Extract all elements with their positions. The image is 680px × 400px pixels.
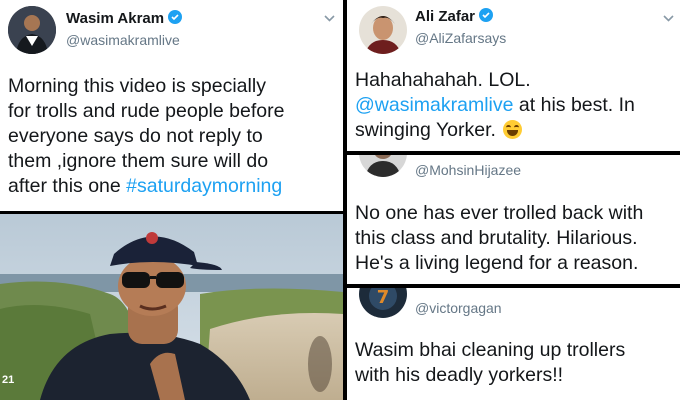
verified-badge-icon xyxy=(479,8,494,22)
tweet-mohsin-hijazee: @MohsinHijazee No one has ever trolled b… xyxy=(347,155,680,284)
tweet-line: everyone says do not reply to xyxy=(8,125,263,147)
tweet-ali-zafar: Ali Zafar @AliZafarsays Hahahahahah. LOL… xyxy=(347,0,680,151)
avatar-ali-zafar[interactable] xyxy=(359,6,407,54)
handle[interactable]: @AliZafarsays xyxy=(415,30,506,46)
video-player[interactable]: 21 xyxy=(0,214,343,400)
chevron-down-icon[interactable] xyxy=(324,10,335,25)
tweet-wasim-akram: Wasim Akram @wasimakramlive Morning this… xyxy=(0,0,343,211)
handle[interactable]: @victorgagan xyxy=(415,300,502,316)
svg-text:7: 7 xyxy=(377,288,390,308)
tweet-text: No one has ever trolled back with this c… xyxy=(355,201,643,276)
tweet-line: @wasimakramlive at his best. In xyxy=(355,94,635,116)
chevron-down-icon[interactable] xyxy=(663,10,674,25)
tears-of-joy-emoji-icon xyxy=(503,120,523,139)
mention-link[interactable]: @wasimakramlive xyxy=(355,94,514,116)
tweet-text: Wasim bhai cleaning up trollers with his… xyxy=(355,338,625,388)
tweet-text: Hahahahahah. LOL. @wasimakramlive at his… xyxy=(355,68,635,143)
video-frame-image xyxy=(0,214,343,400)
tweet-line: after this one #saturdaymorning xyxy=(8,175,283,197)
tweet-text: Morning this video is specially for trol… xyxy=(8,74,284,199)
avatar-mohsin-hijazee[interactable] xyxy=(359,155,407,177)
verified-badge-icon xyxy=(168,10,183,24)
hashtag-link[interactable]: #saturdaymorning xyxy=(126,175,282,197)
display-name[interactable]: Ali Zafar xyxy=(415,8,494,25)
tweet-line: for trolls and rude people before xyxy=(8,100,285,122)
video-timestamp: 21 xyxy=(2,374,15,386)
handle[interactable]: @MohsinHijazee xyxy=(415,162,521,178)
tweet-line: Hahahahahah. LOL. xyxy=(355,69,531,91)
tweet-victorgagan: 7 @victorgagan Wasim bhai cleaning up tr… xyxy=(347,288,680,400)
tweet-line: swinging Yorker. xyxy=(355,118,635,143)
avatar-wasim-akram[interactable] xyxy=(8,6,56,54)
tweet-line: No one has ever trolled back with xyxy=(355,202,644,224)
tweet-line: them ,ignore them sure will do xyxy=(8,150,269,172)
tweet-line: He's a living legend for a reason. xyxy=(355,252,639,274)
tweet-line: Wasim bhai cleaning up trollers xyxy=(355,339,626,361)
avatar-victorgagan[interactable]: 7 xyxy=(359,288,407,318)
tweet-line: with his deadly yorkers!! xyxy=(355,364,564,386)
handle[interactable]: @wasimakramlive xyxy=(66,32,180,48)
tweet-line: Morning this video is specially xyxy=(8,75,266,97)
display-name[interactable]: Wasim Akram xyxy=(66,10,183,27)
tweet-line: this class and brutality. Hilarious. xyxy=(355,227,638,249)
